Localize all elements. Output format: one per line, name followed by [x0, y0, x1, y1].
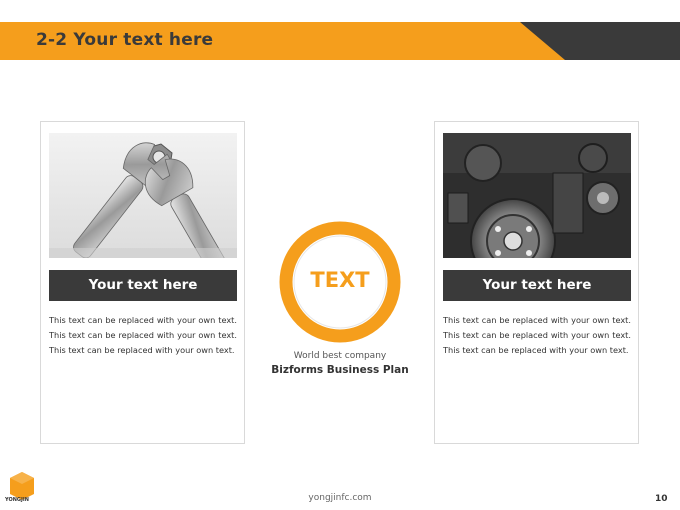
right-card-body: This text can be replaced with your own …: [443, 315, 631, 355]
wrench-photo: [49, 133, 237, 258]
left-card: Your text here This text can be replaced…: [40, 121, 245, 444]
ring-label: TEXT: [310, 268, 370, 292]
right-card-title: Your text here: [443, 270, 631, 301]
left-card-title: Your text here: [49, 270, 237, 301]
center-plan-title: Bizforms Business Plan: [271, 364, 409, 376]
page-title: 2-2 Your text here: [36, 30, 214, 50]
left-card-body: This text can be replaced with your own …: [49, 315, 237, 355]
logo-text: YONGJIN: [5, 497, 29, 503]
page-number: 10: [655, 494, 668, 504]
right-card: Your text here This text can be replaced…: [434, 121, 639, 444]
footer-url[interactable]: yongjinfc.com: [280, 493, 400, 503]
header-band: 2-2 Your text here: [0, 22, 680, 60]
engine-photo: [443, 133, 631, 258]
center-caption: World best company: [293, 351, 387, 361]
